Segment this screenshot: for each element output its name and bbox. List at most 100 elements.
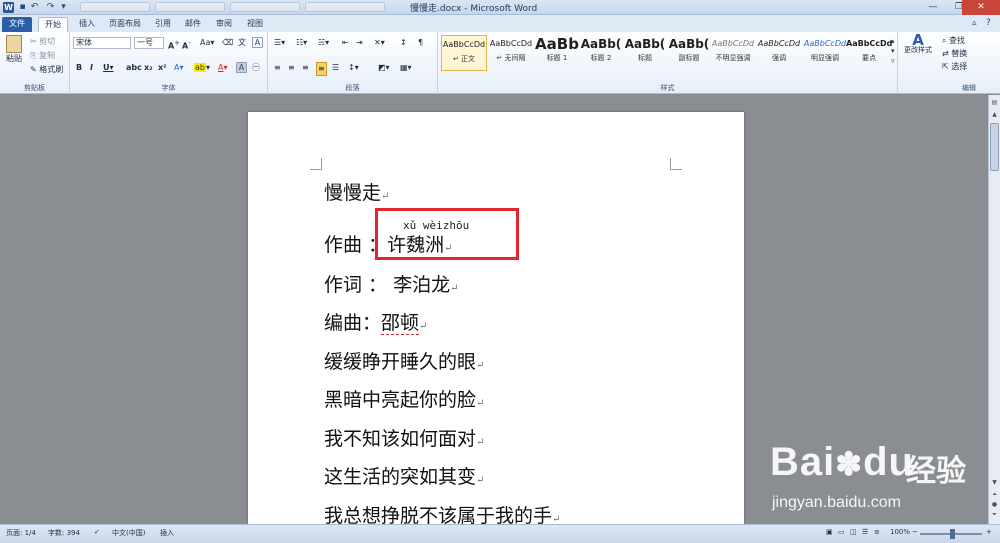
doc-line-arranger[interactable]: 编曲：邵顿↵	[324, 308, 427, 335]
zoom-in-icon[interactable]: +	[986, 528, 992, 536]
style-intense-emphasis[interactable]: AaBbCcDd 明显强调	[802, 35, 848, 71]
print-layout-icon[interactable]: ▣	[826, 528, 833, 536]
doc-line-lyric[interactable]: 我不知该如何面对↵	[324, 424, 484, 451]
page-count[interactable]: 页面: 1/4	[6, 528, 36, 538]
align-right-icon[interactable]: ≡	[302, 62, 309, 74]
bullets-icon[interactable]: ☰▾	[274, 37, 285, 49]
borders-icon[interactable]: ▦▾	[400, 62, 412, 74]
vertical-scrollbar[interactable]: ▤ ▲ ▼ ⏶ ● ⏷	[988, 95, 1000, 524]
zoom-out-icon[interactable]: −	[912, 528, 918, 536]
minimize-ribbon-icon[interactable]: ▵	[972, 18, 977, 28]
align-left-icon[interactable]: ≡	[274, 62, 281, 74]
background-window-tab[interactable]	[230, 2, 300, 12]
show-marks-icon[interactable]: ¶	[418, 37, 423, 49]
style-subtle-emphasis[interactable]: AaBbCcDd 不明显强调	[710, 35, 756, 71]
tab-home[interactable]: 开始	[38, 17, 68, 32]
line-spacing-icon[interactable]: ↕▾	[348, 62, 359, 74]
scroll-down-icon[interactable]: ▼	[990, 479, 999, 489]
strikethrough-icon[interactable]: abc	[126, 62, 142, 74]
language-status[interactable]: 中文(中国)	[112, 528, 145, 538]
enclose-char-icon[interactable]: ㊀	[252, 62, 260, 74]
style-heading-2[interactable]: AaBb( 标题 2	[578, 35, 624, 71]
background-window-tab[interactable]	[155, 2, 225, 12]
draft-view-icon[interactable]: ≡	[874, 528, 880, 536]
doc-line-lyricist[interactable]: 作词 ： 李泊龙↵	[324, 270, 458, 297]
distributed-icon[interactable]: ☰	[332, 62, 339, 74]
style-title[interactable]: AaBb( 标题	[622, 35, 668, 71]
background-window-tab[interactable]	[80, 2, 150, 12]
scroll-up-icon[interactable]: ▲	[990, 111, 999, 121]
tab-review[interactable]: 审阅	[211, 17, 237, 32]
style-emphasis[interactable]: AaBbCcDd 强调	[756, 35, 802, 71]
minimize-icon[interactable]: —	[920, 0, 946, 15]
format-painter-button[interactable]: ✎ 格式刷	[30, 64, 63, 76]
increase-indent-icon[interactable]: ⇥	[356, 37, 363, 49]
chinese-layout-icon[interactable]: ✕▾	[374, 37, 385, 49]
replace-button[interactable]: ⇄ 替换	[942, 48, 967, 60]
tab-file[interactable]: 文件	[2, 17, 32, 32]
text-effects-icon[interactable]: A▾	[174, 62, 184, 74]
background-window-tab[interactable]	[305, 2, 385, 12]
decrease-indent-icon[interactable]: ⇤	[342, 37, 349, 49]
cut-button[interactable]: ✂ 剪切	[30, 36, 55, 48]
full-screen-reading-icon[interactable]: ▭	[838, 528, 845, 536]
style-no-spacing[interactable]: AaBbCcDd ↵ 无间隔	[488, 35, 534, 71]
proofing-icon[interactable]: ✓	[94, 528, 100, 536]
phonetic-guide-icon[interactable]: 文	[238, 37, 246, 49]
bold-icon[interactable]: B	[76, 62, 82, 74]
doc-line-lyric[interactable]: 缓缓睁开睡久的眼↵	[324, 347, 484, 374]
multilevel-list-icon[interactable]: ☵▾	[318, 37, 329, 49]
previous-page-icon[interactable]: ⏶	[990, 491, 999, 501]
select-button[interactable]: ⇱ 选择	[942, 61, 967, 73]
subscript-icon[interactable]: x₂	[144, 62, 153, 74]
font-size-select[interactable]: 一号	[134, 37, 164, 49]
undo-icon[interactable]: ↶	[29, 2, 40, 13]
tab-view[interactable]: 视图	[242, 17, 268, 32]
style-strong[interactable]: AaBbCcDd 要点	[846, 35, 892, 71]
justify-icon[interactable]: ≡	[316, 62, 327, 76]
doc-line-lyric[interactable]: 黑暗中亮起你的脸↵	[324, 385, 484, 412]
shading-icon[interactable]: ◩▾	[378, 62, 390, 74]
zoom-slider-thumb[interactable]	[950, 529, 955, 539]
help-icon[interactable]: ?	[986, 18, 991, 28]
save-icon[interactable]: ▪	[17, 2, 28, 13]
qat-customize-icon[interactable]: ▾	[58, 2, 69, 13]
next-page-icon[interactable]: ⏷	[990, 511, 999, 521]
outline-view-icon[interactable]: ☰	[862, 528, 868, 536]
redo-icon[interactable]: ↷	[45, 2, 56, 13]
font-name-select[interactable]: 宋体	[73, 37, 131, 49]
sort-icon[interactable]: ↕	[400, 37, 407, 49]
word-count[interactable]: 字数: 394	[48, 528, 80, 538]
align-center-icon[interactable]: ≡	[288, 62, 295, 74]
numbering-icon[interactable]: ☷▾	[296, 37, 307, 49]
zoom-level[interactable]: 100%	[890, 528, 910, 536]
doc-line-lyric[interactable]: 这生活的突如其变↵	[324, 462, 484, 489]
tab-mailings[interactable]: 邮件	[180, 17, 206, 32]
styles-scroll-icon[interactable]: ▴ ▾ ▿	[891, 36, 895, 66]
char-border-icon[interactable]: A	[252, 37, 263, 49]
clear-format-icon[interactable]: ⌫	[222, 37, 233, 49]
style-normal[interactable]: AaBbCcDd ↵ 正文	[441, 35, 487, 71]
document-page[interactable]: 慢慢走↵ xǔ wèizhōu 作曲 ：许魏洲↵ 作词 ： 李泊龙↵ 编曲：邵顿…	[248, 112, 744, 532]
style-heading-1[interactable]: AaBb 标题 1	[534, 35, 580, 71]
close-icon[interactable]: ✕	[962, 0, 1000, 15]
insert-mode[interactable]: 插入	[160, 528, 174, 538]
copy-button[interactable]: ⎘ 复制	[30, 50, 55, 62]
web-layout-icon[interactable]: ◫	[850, 528, 857, 536]
word-app-icon[interactable]: W	[3, 2, 14, 13]
italic-icon[interactable]: I	[90, 62, 93, 74]
shrink-font-icon[interactable]: A-	[182, 37, 191, 53]
scroll-thumb[interactable]	[990, 123, 999, 171]
char-shading-icon[interactable]: A	[236, 62, 247, 74]
change-case-icon[interactable]: Aa▾	[200, 37, 214, 49]
ruler-toggle-icon[interactable]: ▤	[990, 99, 999, 109]
grow-font-icon[interactable]: A+	[168, 37, 180, 53]
tab-references[interactable]: 引用	[150, 17, 176, 32]
paste-button[interactable]: 粘贴	[4, 35, 24, 67]
tab-page-layout[interactable]: 页面布局	[104, 17, 146, 32]
browse-object-icon[interactable]: ●	[990, 501, 999, 511]
change-styles-button[interactable]: A 更改样式	[900, 33, 936, 55]
underline-icon[interactable]: U▾	[103, 62, 114, 74]
doc-line-title[interactable]: 慢慢走↵	[324, 178, 389, 205]
superscript-icon[interactable]: x²	[158, 62, 167, 74]
